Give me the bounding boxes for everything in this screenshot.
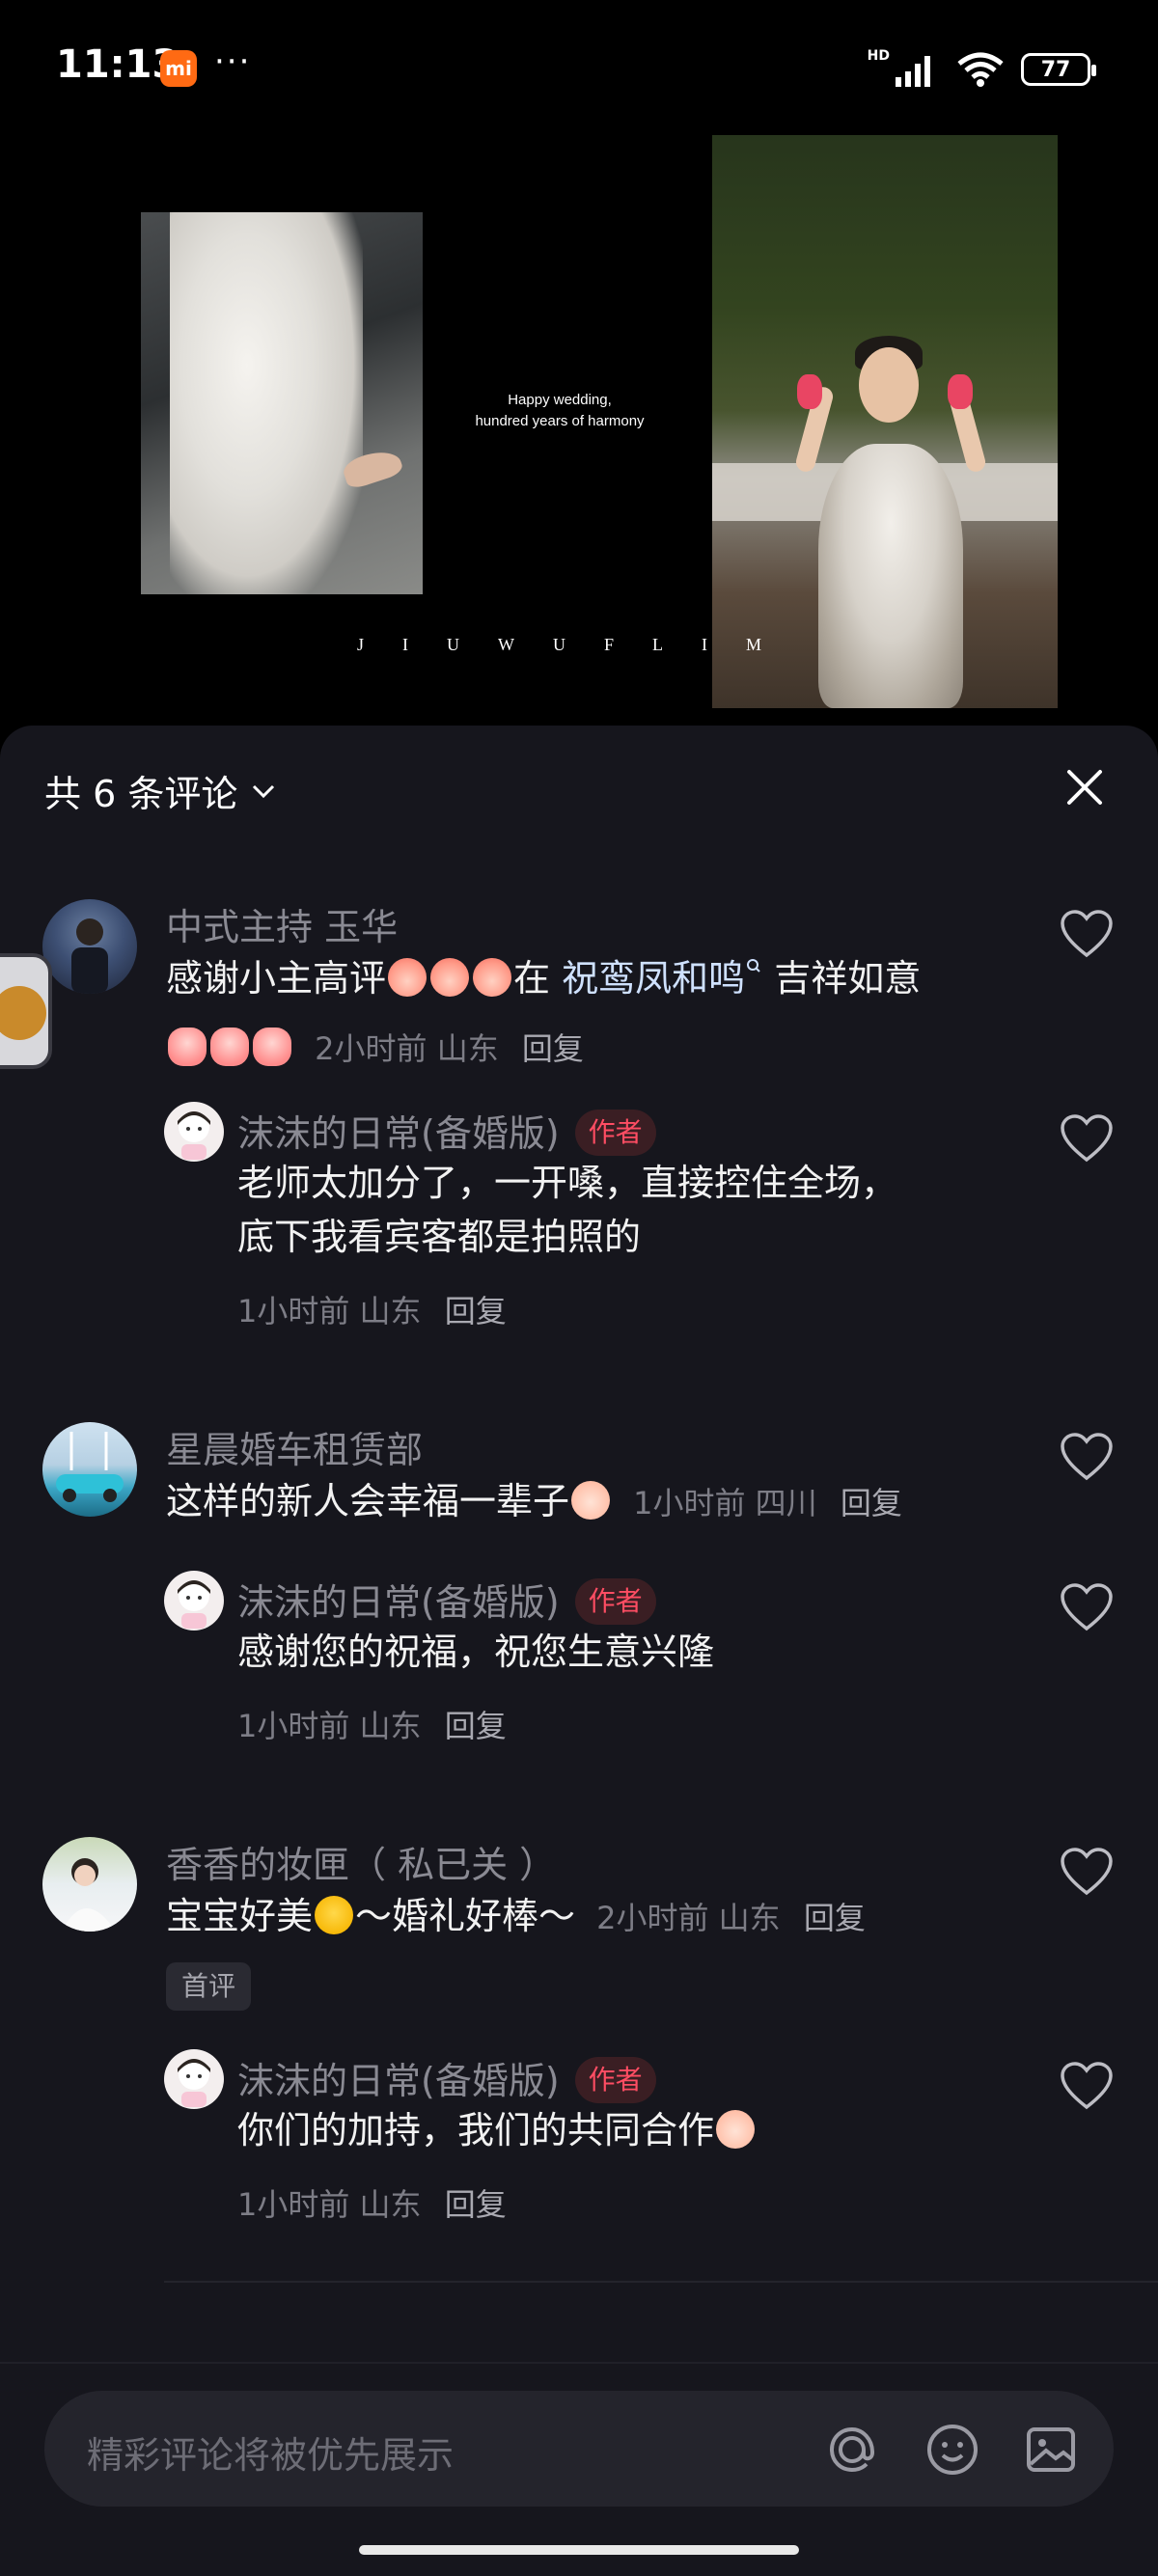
wedding-photo-left (141, 212, 423, 594)
reply-text: 老师太加分了，一开嗓，直接控住全场， 底下我看宾客都是拍照的 (237, 1162, 898, 1258)
reply-button[interactable]: 回复 (804, 1900, 866, 1936)
comment-text: 这样的新人会幸福一辈子 1小时前 四川 回复 (166, 1480, 902, 1522)
list-divider (164, 2281, 1158, 2283)
avatar[interactable] (42, 899, 137, 994)
first-comment-tag: 首评 (166, 1962, 252, 2011)
peach-emoji (473, 957, 512, 997)
reply-button[interactable]: 回复 (841, 1485, 902, 1521)
reply-location: 山东 (359, 1708, 422, 1744)
brand-watermark: JIUWUFLIM (357, 635, 800, 654)
comment-time: 2小时前 (596, 1900, 709, 1936)
baby-emoji (571, 1480, 611, 1520)
reply-author-name[interactable]: 沫沫的日常(备婚版) 作者 (237, 1104, 656, 1160)
comment-time: 2小时前 (315, 1030, 427, 1067)
avatar[interactable] (164, 1571, 224, 1631)
reply-meta: 1小时前 山东 回复 (237, 1702, 507, 1746)
reply-location: 山东 (359, 1293, 422, 1329)
screen: 11:13 mi ··· HD 77 Happy wedding, hundre… (0, 0, 1158, 2576)
reply-meta: 1小时前 山东 回复 (237, 2180, 507, 2225)
heart-icon[interactable] (1060, 2061, 1114, 2111)
comment-location: 山东 (436, 1030, 499, 1067)
heart-eyes-emoji (315, 1895, 354, 1934)
avatar[interactable] (42, 1837, 137, 1932)
comment-count-dropdown[interactable]: 共 6 条评论 (44, 764, 276, 817)
heart-icon[interactable] (1060, 1113, 1114, 1164)
baby-emoji (716, 2109, 756, 2149)
search-icon (747, 959, 760, 973)
reply-button[interactable]: 回复 (445, 2186, 507, 2223)
heart-icon[interactable] (1060, 1582, 1114, 1632)
close-icon[interactable] (1062, 764, 1108, 810)
avatar[interactable] (164, 2049, 224, 2109)
reply-button[interactable]: 回复 (445, 1293, 507, 1329)
reply-button[interactable]: 回复 (445, 1708, 507, 1744)
emoji-icon[interactable] (923, 2420, 982, 2480)
home-indicator[interactable] (359, 2545, 799, 2555)
reply-meta: 1小时前 山东 回复 (237, 1287, 507, 1331)
comment-text: 宝宝好美 ～婚礼好棒～ 2小时前 山东 回复 (166, 1895, 866, 1937)
reply-button[interactable]: 回复 (522, 1030, 584, 1067)
caption-line-1: Happy wedding, (508, 392, 612, 408)
peach-emoji (388, 957, 427, 997)
topic-link[interactable]: 祝鸾凤和鸣 (562, 957, 745, 1000)
floating-widget[interactable] (0, 953, 52, 1069)
reply-author-name[interactable]: 沫沫的日常(备婚版) 作者 (237, 1573, 656, 1629)
signal-icon (896, 56, 930, 87)
reply-text: 你们的加持，我们的共同合作 (237, 2103, 757, 2157)
author-badge: 作者 (574, 2056, 656, 2103)
reply-author-name[interactable]: 沫沫的日常(备婚版) 作者 (237, 2051, 656, 2107)
comment-location: 四川 (755, 1485, 817, 1521)
comment-input-placeholder: 精彩评论将被优先展示 (87, 2434, 455, 2477)
wifi-icon (957, 52, 1004, 87)
battery-icon: 77 (1021, 53, 1096, 86)
avatar[interactable] (164, 1102, 224, 1162)
commenter-name[interactable]: 中式主持 玉华 (166, 897, 398, 950)
status-bar: 11:13 mi ··· HD 77 (0, 0, 1158, 135)
comments-sheet: 共 6 条评论 中式主持 玉华 感谢小主高评在 祝鸾凤和鸣 吉祥如意 2小时前 … (0, 726, 1158, 2576)
thumbs-up-emoji (168, 1028, 207, 1066)
commenter-name[interactable]: 星晨婚车租赁部 (166, 1420, 423, 1473)
mi-app-icon: mi (160, 50, 197, 87)
caption-line-2: hundred years of harmony (475, 413, 645, 429)
reply-location: 山东 (359, 2186, 422, 2223)
video-preview[interactable]: Happy wedding, hundred years of harmony … (0, 135, 1158, 733)
image-icon[interactable] (1021, 2420, 1081, 2480)
author-badge: 作者 (574, 1109, 656, 1156)
at-icon[interactable] (822, 2420, 882, 2480)
comment-location: 山东 (718, 1900, 781, 1936)
hd-label: HD (867, 48, 890, 64)
comment-input-bar: 精彩评论将被优先展示 (0, 2362, 1158, 2528)
more-notifications-icon: ··· (214, 42, 252, 81)
sheet-header: 共 6 条评论 (0, 726, 1158, 851)
chevron-down-icon (253, 784, 275, 798)
reply-time: 1小时前 (237, 2186, 350, 2223)
commenter-name[interactable]: 香香的妆匣（ 私已关 ） (166, 1835, 556, 1888)
thumbs-up-emoji (210, 1028, 249, 1066)
reply-time: 1小时前 (237, 1293, 350, 1329)
avatar[interactable] (42, 1422, 137, 1517)
photo-caption: Happy wedding, hundred years of harmony (454, 390, 666, 432)
battery-level: 77 (1040, 57, 1071, 82)
comment-count-label: 共 6 条评论 (44, 773, 238, 815)
heart-icon[interactable] (1060, 909, 1114, 959)
author-badge: 作者 (574, 1577, 656, 1625)
status-indicators: HD 77 (867, 48, 1096, 91)
heart-icon[interactable] (1060, 1432, 1114, 1482)
peach-emoji (430, 957, 470, 997)
reply-text: 感谢您的祝福，祝您生意兴隆 (237, 1631, 715, 1673)
thumbs-up-emoji (253, 1028, 291, 1066)
comment-input[interactable]: 精彩评论将被优先展示 (44, 2391, 1114, 2507)
comment-time: 1小时前 (633, 1485, 746, 1521)
heart-icon[interactable] (1060, 1847, 1114, 1897)
wedding-photo-right (712, 135, 1058, 708)
comment-text: 感谢小主高评在 祝鸾凤和鸣 吉祥如意 (166, 957, 922, 1000)
reply-time: 1小时前 (237, 1708, 350, 1744)
comment-meta: 2小时前 山东 回复 (166, 1025, 584, 1070)
